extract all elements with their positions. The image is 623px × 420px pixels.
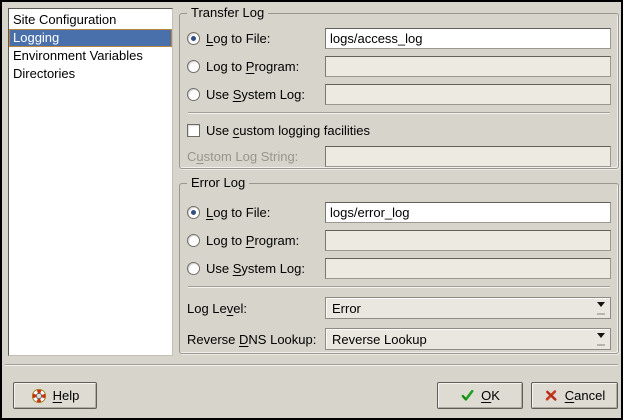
error-log-to-file-radio[interactable] — [187, 206, 200, 219]
error-log-frame: Error Log Log to File: Log to Program: U… — [179, 183, 619, 354]
lifebuoy-icon — [31, 388, 47, 404]
transfer-log-separator — [188, 112, 610, 114]
sidebar-item-environment-variables[interactable]: Environment Variables — [9, 47, 172, 65]
footer-separator — [5, 364, 618, 366]
error-log-file-input[interactable] — [325, 202, 611, 223]
transfer-use-system-log-label: Use System Log: — [206, 87, 305, 102]
error-log-separator — [188, 286, 610, 288]
help-button-label: Help — [53, 388, 80, 403]
transfer-log-frame: Transfer Log Log to File: Log to Program… — [179, 13, 619, 169]
transfer-log-file-input[interactable] — [325, 28, 611, 49]
reverse-dns-label: Reverse DNS Lookup: — [187, 332, 316, 347]
chevron-down-icon[interactable] — [591, 298, 610, 318]
error-log-frame-title: Error Log — [187, 175, 249, 191]
sidebar-item-logging[interactable]: Logging — [9, 29, 172, 47]
ok-button-label: OK — [481, 388, 500, 403]
error-use-system-log-label: Use System Log: — [206, 261, 305, 276]
use-custom-logging-row: Use custom logging facilities — [187, 123, 611, 138]
transfer-log-to-file-radio[interactable] — [187, 32, 200, 45]
logging-settings-dialog: Site Configuration Logging Environment V… — [0, 0, 623, 420]
log-level-combo[interactable]: Error — [325, 297, 611, 319]
reverse-dns-row: Reverse DNS Lookup: Reverse Lookup — [187, 328, 611, 350]
error-log-program-input — [325, 230, 611, 251]
log-level-value: Error — [326, 301, 591, 316]
transfer-system-log-input — [325, 84, 611, 105]
transfer-use-system-log-radio[interactable] — [187, 88, 200, 101]
help-button[interactable]: Help — [13, 382, 97, 409]
transfer-log-to-program-label: Log to Program: — [206, 59, 299, 74]
transfer-log-to-file-row: Log to File: — [187, 28, 611, 49]
sidebar-item-site-configuration[interactable]: Site Configuration — [9, 11, 172, 29]
transfer-log-frame-title: Transfer Log — [187, 5, 268, 21]
use-custom-logging-checkbox[interactable] — [187, 124, 200, 137]
use-custom-logging-label: Use custom logging facilities — [206, 123, 370, 138]
error-log-to-program-row: Log to Program: — [187, 230, 611, 251]
error-system-log-input — [325, 258, 611, 279]
ok-button[interactable]: OK — [437, 382, 523, 409]
transfer-log-to-program-radio[interactable] — [187, 60, 200, 73]
error-log-to-program-radio[interactable] — [187, 234, 200, 247]
check-icon — [460, 388, 475, 403]
error-log-to-program-label: Log to Program: — [206, 233, 299, 248]
custom-log-string-row: Custom Log String: — [187, 146, 611, 167]
transfer-log-to-program-row: Log to Program: — [187, 56, 611, 77]
reverse-dns-combo[interactable]: Reverse Lookup — [325, 328, 611, 350]
cancel-button-label: Cancel — [565, 388, 605, 403]
cross-icon — [544, 388, 559, 403]
transfer-log-program-input — [325, 56, 611, 77]
transfer-use-system-log-row: Use System Log: — [187, 84, 611, 105]
log-level-label: Log Level: — [187, 301, 247, 316]
error-use-system-log-row: Use System Log: — [187, 258, 611, 279]
error-log-to-file-row: Log to File: — [187, 202, 611, 223]
category-list: Site Configuration Logging Environment V… — [8, 8, 173, 356]
custom-log-string-label: Custom Log String: — [187, 149, 298, 164]
chevron-down-icon[interactable] — [591, 329, 610, 349]
custom-log-string-input — [325, 146, 611, 167]
reverse-dns-value: Reverse Lookup — [326, 332, 591, 347]
cancel-button[interactable]: Cancel — [531, 382, 618, 409]
error-use-system-log-radio[interactable] — [187, 262, 200, 275]
error-log-to-file-label: Log to File: — [206, 205, 270, 220]
transfer-log-to-file-label: Log to File: — [206, 31, 270, 46]
log-level-row: Log Level: Error — [187, 297, 611, 319]
sidebar-item-directories[interactable]: Directories — [9, 65, 172, 83]
